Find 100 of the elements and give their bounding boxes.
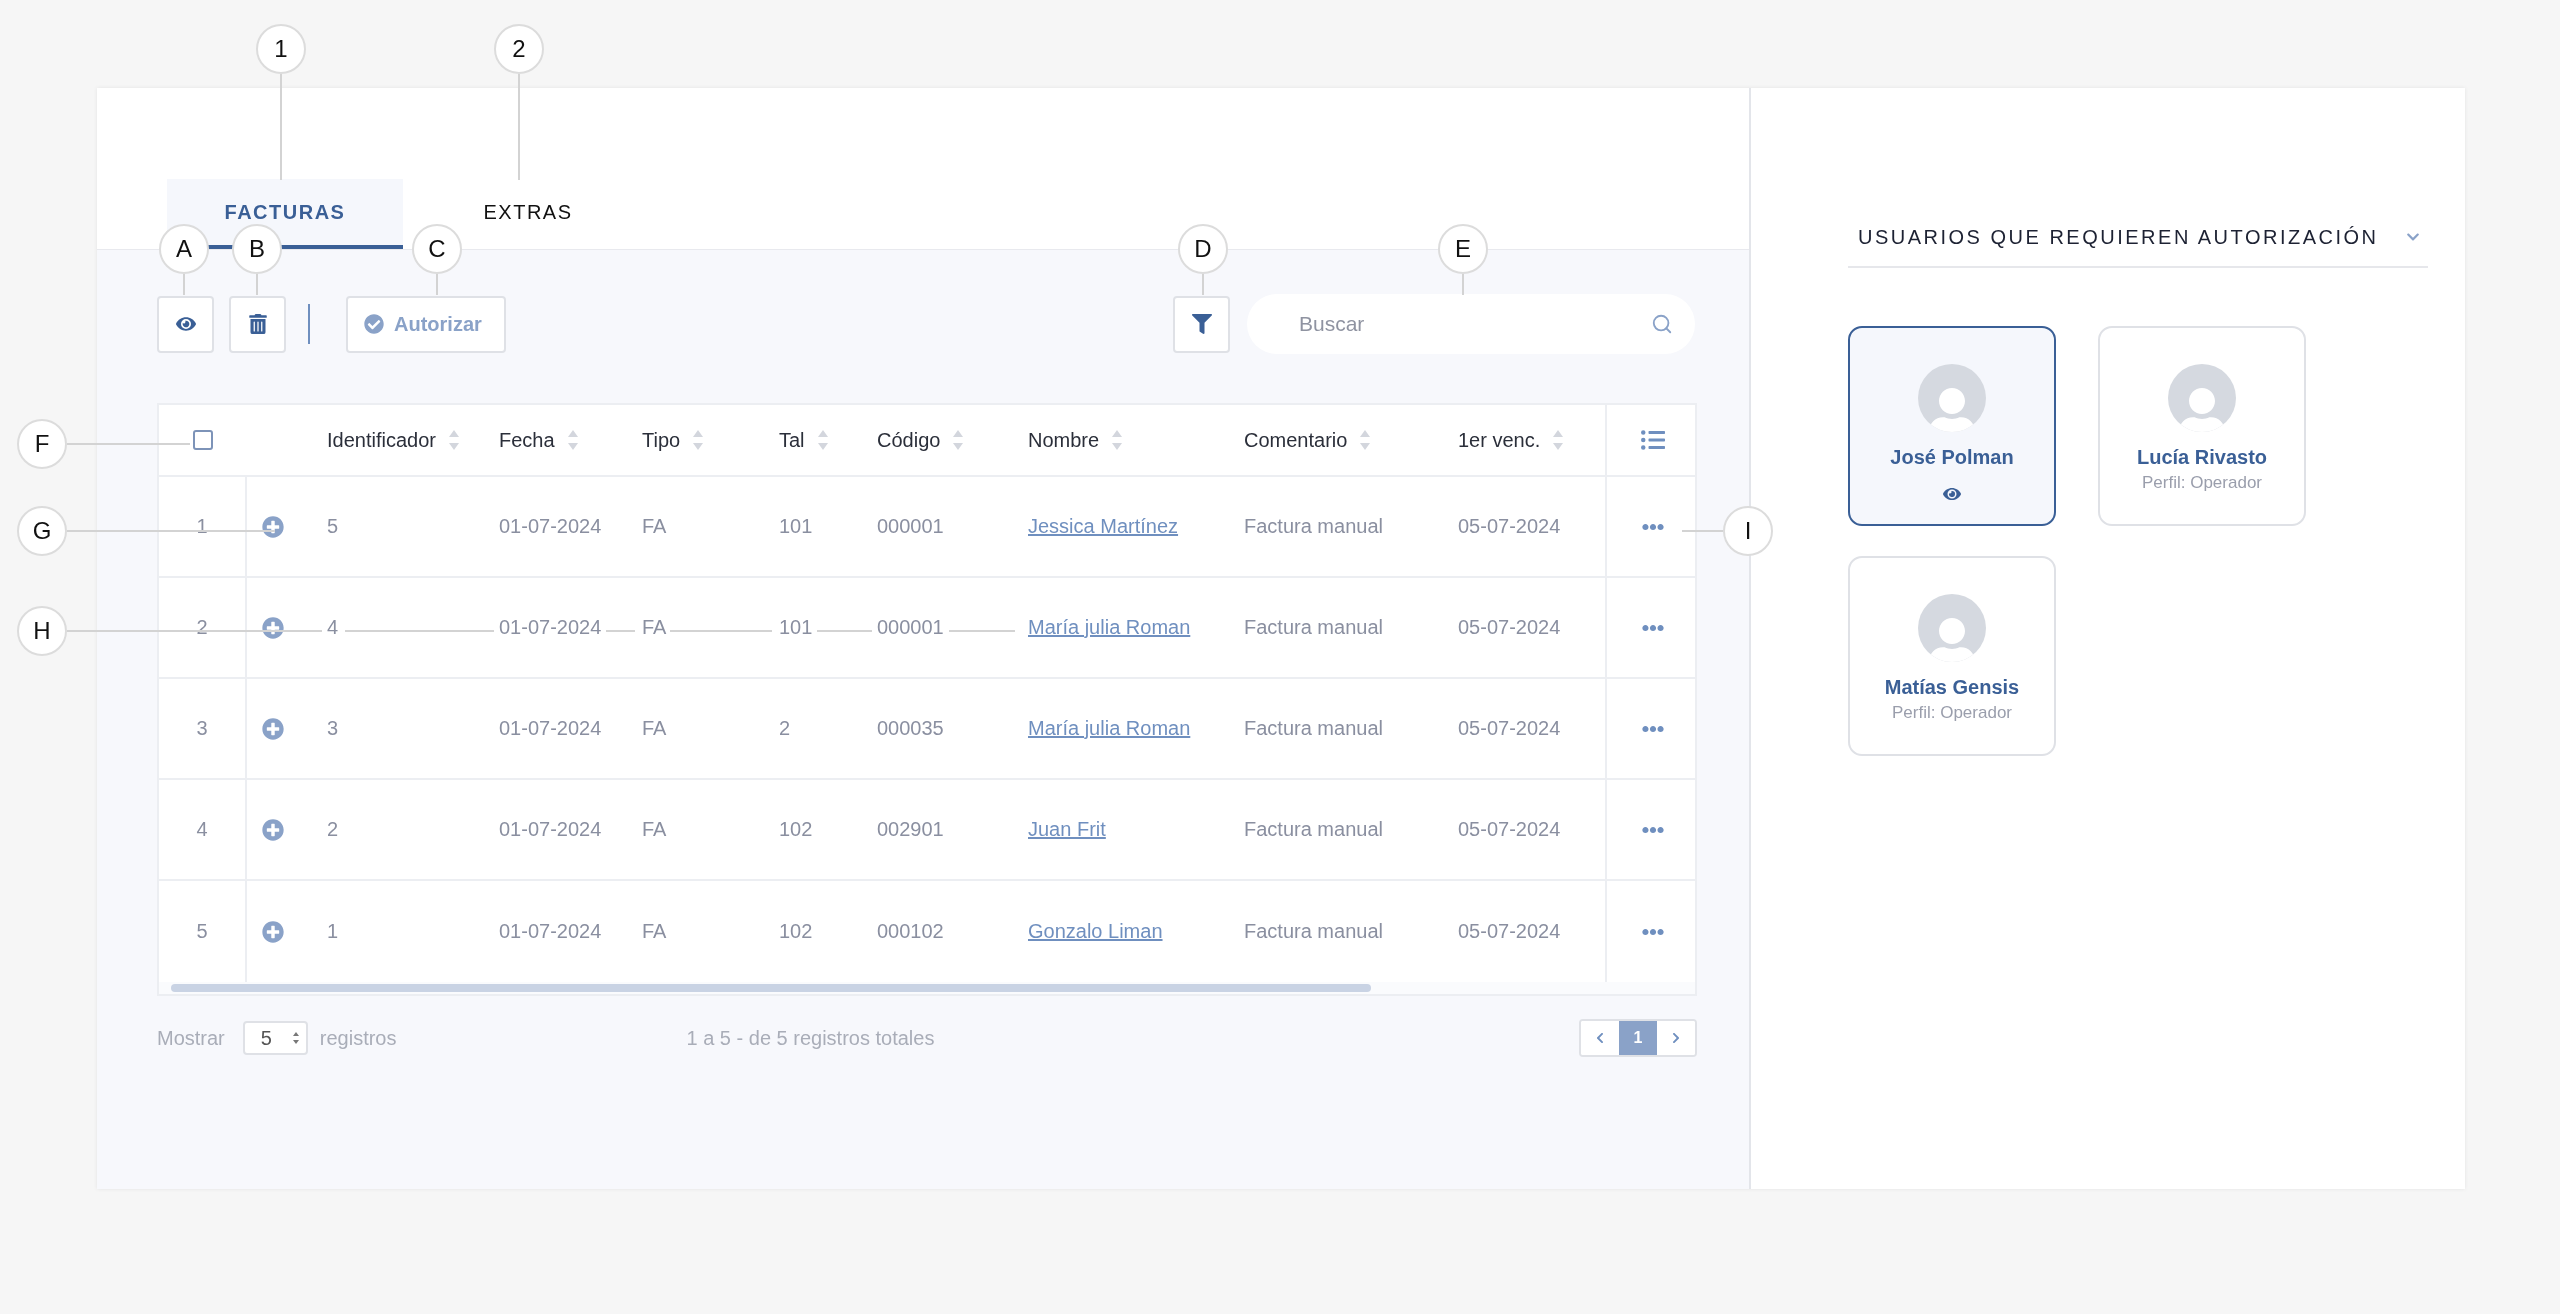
name-link[interactable]: María julia Roman: [1028, 616, 1191, 639]
row-number: 3: [196, 717, 208, 740]
expand-plus-icon[interactable]: [262, 717, 284, 740]
table-cell: 05-07-2024: [1458, 818, 1561, 841]
view-button[interactable]: [157, 295, 214, 353]
expand-plus-icon[interactable]: [262, 920, 284, 943]
user-name: Lucía Rivasto: [2136, 446, 2267, 469]
table-cell: 01-07-2024: [499, 515, 602, 538]
user-card[interactable]: Matías Gensis Perfil: Operador: [1848, 556, 2056, 756]
sort-icon[interactable]: [692, 428, 705, 452]
table-cell: 000035: [877, 717, 944, 740]
sort-icon[interactable]: [1111, 428, 1124, 452]
expand-plus-icon[interactable]: [262, 818, 284, 841]
records-summary: 1 a 5 - de 5 registros totales: [686, 1026, 935, 1050]
table-cell: 000001: [877, 515, 944, 538]
name-link[interactable]: María julia Roman: [1028, 717, 1191, 740]
sort-icon[interactable]: [1552, 428, 1565, 452]
column-header: Nombre: [1028, 428, 1100, 452]
horizontal-scrollbar[interactable]: [159, 982, 1695, 994]
sort-icon[interactable]: [1359, 428, 1372, 452]
table-cell: FA: [642, 920, 667, 943]
leader-line: [1202, 274, 1204, 295]
column-header: 1er venc.: [1458, 428, 1541, 452]
stepper-icon: [291, 1030, 300, 1046]
chevron-right-icon: [1670, 1032, 1682, 1044]
callout-marker: 2: [494, 24, 544, 74]
delete-button[interactable]: [229, 295, 286, 353]
page-button[interactable]: 1: [1619, 1021, 1657, 1055]
column-header: Identificador: [327, 428, 436, 452]
table-cell: 102: [779, 818, 813, 841]
sort-icon[interactable]: [816, 428, 829, 452]
table-cell: 5: [327, 515, 339, 538]
panel-title: USUARIOS QUE REQUIEREN AUTORIZACIÓN: [1858, 225, 2379, 249]
expand-plus-icon[interactable]: [262, 515, 284, 538]
table-cell: 1: [327, 920, 339, 943]
table-cell: FA: [642, 818, 667, 841]
table-cell: 000001: [877, 616, 944, 639]
filter-icon: [1191, 314, 1212, 334]
filter-button[interactable]: [1173, 295, 1230, 353]
table-cell: 3: [327, 717, 339, 740]
leader-line: [256, 274, 258, 295]
user-profile: Perfil: Operador: [1892, 703, 2012, 723]
sort-icon[interactable]: [447, 428, 460, 452]
name-link[interactable]: Gonzalo Liman: [1028, 920, 1163, 943]
callout-marker: F: [17, 419, 67, 469]
callout-marker: H: [17, 606, 67, 656]
row-number: 5: [196, 920, 208, 943]
search-field[interactable]: Buscar: [1247, 294, 1695, 354]
leader-line: [949, 630, 1015, 632]
table-cell: 101: [779, 616, 813, 639]
user-name: Matías Gensis: [1884, 676, 2020, 699]
select-all-checkbox[interactable]: [193, 430, 213, 450]
authorize-button[interactable]: Autorizar: [346, 295, 506, 353]
table-cell: 01-07-2024: [499, 818, 602, 841]
show-label: Mostrar: [157, 1026, 225, 1050]
table-cell: Factura manual: [1244, 717, 1383, 740]
table-cell: FA: [642, 616, 667, 639]
table-cell: Factura manual: [1244, 616, 1383, 639]
table-cell: 05-07-2024: [1458, 920, 1561, 943]
leader-line: [183, 274, 185, 295]
eye-icon: [175, 314, 196, 334]
tab[interactable]: EXTRAS: [463, 179, 593, 249]
table-cell: 102: [779, 920, 813, 943]
search-icon[interactable]: [1651, 313, 1673, 335]
leader-line: [817, 630, 872, 632]
leader-line: [1462, 274, 1464, 295]
page-size-select[interactable]: 5: [242, 1021, 308, 1055]
column-header: Comentario: [1244, 428, 1348, 452]
columns-list-icon[interactable]: [1641, 428, 1665, 452]
table-cell: 000102: [877, 920, 944, 943]
table-cell: 01-07-2024: [499, 717, 602, 740]
table-cell: 4: [327, 616, 339, 639]
table-cell: 01-07-2024: [499, 920, 602, 943]
table-cell: 101: [779, 515, 813, 538]
name-link[interactable]: Jessica Martínez: [1028, 515, 1179, 538]
eye-icon: [1943, 485, 1961, 503]
column-header: Tal: [779, 428, 805, 452]
user-name: José Polman: [1890, 446, 2014, 469]
leader-line: [606, 630, 635, 632]
column-header: Fecha: [499, 428, 555, 452]
table-cell: 2: [779, 717, 791, 740]
table-cell: 01-07-2024: [499, 616, 602, 639]
name-link[interactable]: Juan Frit: [1028, 818, 1106, 841]
user-card[interactable]: José Polman: [1848, 326, 2056, 526]
callout-marker: 1: [256, 24, 306, 74]
table-cell: 05-07-2024: [1458, 717, 1561, 740]
callout-marker: G: [17, 506, 67, 556]
table-cell: FA: [642, 515, 667, 538]
table-cell: Factura manual: [1244, 920, 1383, 943]
sort-icon[interactable]: [566, 428, 579, 452]
row-number: 4: [196, 818, 208, 841]
user-card[interactable]: Lucía Rivasto Perfil: Operador: [2098, 326, 2306, 526]
table-cell: 05-07-2024: [1458, 515, 1561, 538]
leader-line: [1682, 530, 1723, 532]
user-profile: Perfil: Operador: [2142, 473, 2262, 493]
sort-icon[interactable]: [952, 428, 965, 452]
search-input[interactable]: Buscar: [1297, 311, 1651, 337]
table-cell: 002901: [877, 818, 944, 841]
leader-line: [436, 274, 438, 295]
table-cell: 2: [327, 818, 339, 841]
